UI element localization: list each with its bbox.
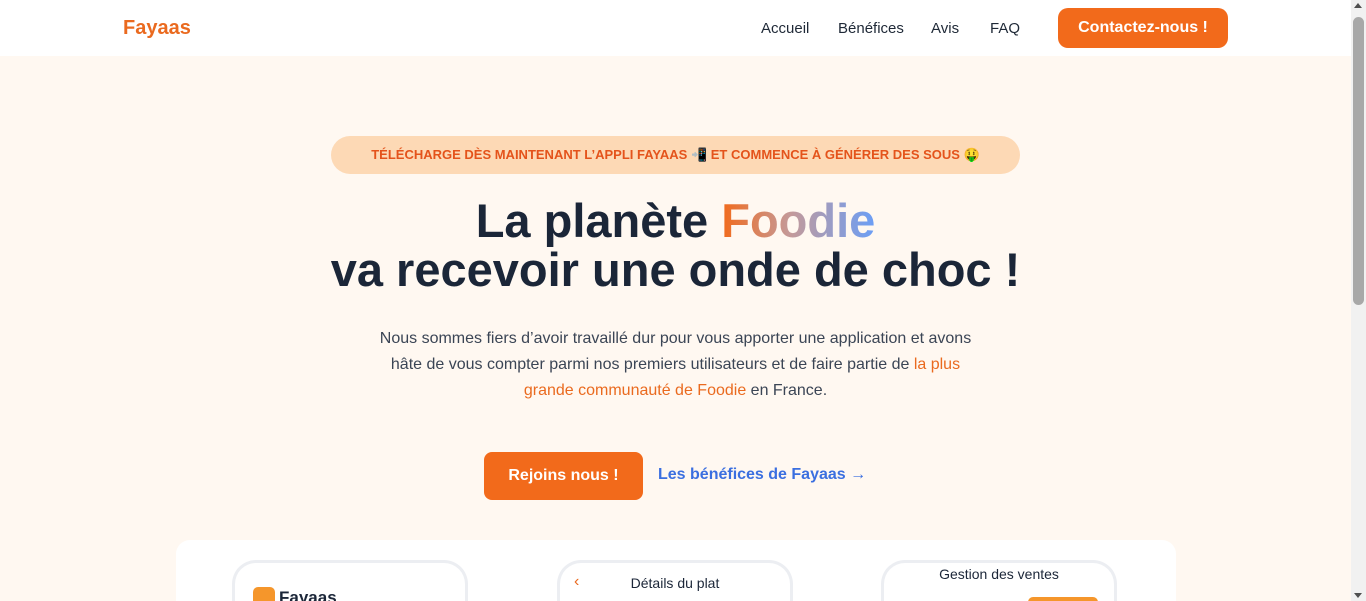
hero-desc-end: en France. xyxy=(746,382,828,399)
app-showcase: Fayaas ‹ Détails du plat Gestion des ven… xyxy=(176,540,1176,601)
scroll-down-arrow-icon[interactable] xyxy=(1354,593,1362,598)
hero-title: La planète Foodie va recevoir une onde d… xyxy=(0,196,1351,294)
nav-link-benefices[interactable]: Bénéfices xyxy=(838,20,904,37)
phone-mockup-dish-details: ‹ Détails du plat xyxy=(557,560,793,601)
scroll-up-arrow-icon[interactable] xyxy=(1354,3,1362,8)
brand-logo[interactable]: Fayaas xyxy=(123,17,191,40)
phone-orange-bar xyxy=(1028,597,1098,601)
join-us-button[interactable]: Rejoins nous ! xyxy=(484,452,643,500)
hero-title-line2: va recevoir une onde de choc ! xyxy=(330,243,1021,296)
benefits-link[interactable]: Les bénéfices de Fayaas → xyxy=(658,466,866,484)
hero-title-highlight: Foodie xyxy=(721,194,876,247)
page-scrollbar[interactable] xyxy=(1351,0,1366,601)
phone-mockup-home: Fayaas xyxy=(232,560,468,601)
fayaas-app-icon xyxy=(253,587,275,601)
hero-description: Nous sommes fiers d’avoir travaillé dur … xyxy=(370,326,981,404)
phone-screen-title: Gestion des ventes xyxy=(939,566,1059,582)
phone-mockup-sales: Gestion des ventes xyxy=(881,560,1117,601)
nav-link-accueil[interactable]: Accueil xyxy=(761,20,809,37)
nav-link-faq[interactable]: FAQ xyxy=(990,20,1020,37)
download-app-banner: TÉLÉCHARGE DÈS MAINTENANT L’APPLI FAYAAS… xyxy=(331,136,1020,174)
hero-desc-text: Nous sommes fiers d’avoir travaillé dur … xyxy=(379,330,972,373)
phone-screen-title: Détails du plat xyxy=(630,575,720,591)
scrollbar-thumb[interactable] xyxy=(1353,17,1364,305)
hero-title-prefix: La planète xyxy=(475,194,722,247)
phone-logo-text: Fayaas xyxy=(279,588,337,601)
top-navbar: Fayaas Accueil Bénéfices Avis FAQ Contac… xyxy=(0,0,1351,56)
phone-app-logo: Fayaas xyxy=(253,587,337,601)
contact-button[interactable]: Contactez-nous ! xyxy=(1058,8,1228,48)
nav-link-avis[interactable]: Avis xyxy=(931,20,959,37)
